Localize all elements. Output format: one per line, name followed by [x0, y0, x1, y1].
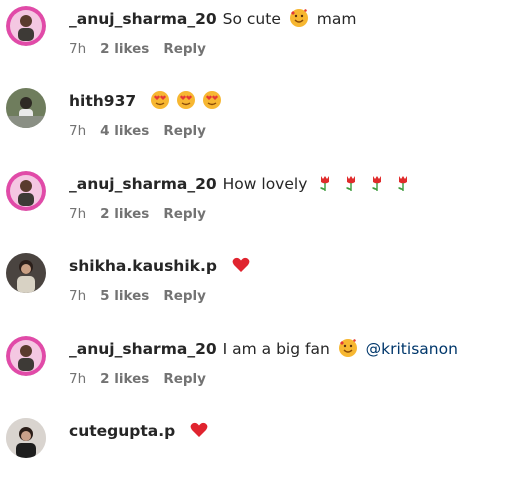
comment-item: cutegupta.p [0, 412, 525, 494]
comment-text: How lovely [222, 175, 308, 193]
comment-likes[interactable]: 2 likes [100, 206, 149, 222]
reply-button[interactable]: Reply [163, 371, 206, 387]
comment-item: _anuj_sharma_20 I am a big fan @kritisano… [0, 330, 525, 412]
comment-username[interactable]: _anuj_sharma_20 [69, 175, 217, 193]
avatar[interactable] [6, 418, 46, 458]
red-heart-icon [231, 255, 251, 280]
comment-username[interactable]: shikha.kaushik.p [69, 257, 217, 275]
comment-text: I am a big fan [222, 340, 330, 358]
reply-button[interactable]: Reply [163, 41, 206, 57]
comment-time: 7h [69, 123, 87, 139]
avatar[interactable] [6, 336, 46, 376]
comment-time: 7h [69, 371, 87, 387]
reply-button[interactable]: Reply [163, 123, 206, 139]
comment-username[interactable]: _anuj_sharma_20 [69, 340, 217, 358]
comment-time: 7h [69, 41, 87, 57]
comment-text: So cute [222, 10, 281, 28]
comment-username[interactable]: cutegupta.p [69, 422, 175, 440]
avatar[interactable] [6, 171, 46, 211]
comment-username[interactable]: _anuj_sharma_20 [69, 10, 217, 28]
comment-item: shikha.kaushik.p 7h 5 likes Reply [0, 247, 525, 329]
heart-eyes-icon [176, 90, 196, 115]
tulip-icon [393, 173, 413, 198]
comment-trailing-text: mam [316, 10, 357, 28]
reply-button[interactable]: Reply [163, 288, 206, 304]
reply-button[interactable]: Reply [163, 206, 206, 222]
comment-time: 7h [69, 206, 87, 222]
avatar[interactable] [6, 253, 46, 293]
red-heart-icon [189, 420, 209, 445]
tulip-icon [315, 173, 335, 198]
comment-username[interactable]: hith937 [69, 92, 136, 110]
comment-item: _anuj_sharma_20 How lovely 7h 2 likes Reply [0, 165, 525, 247]
avatar[interactable] [6, 88, 46, 128]
comment-likes[interactable]: 5 likes [100, 288, 149, 304]
tulip-icon [341, 173, 361, 198]
heart-eyes-icon [150, 90, 170, 115]
comment-item: hith937 7h 4 likes Reply [0, 82, 525, 164]
tulip-icon [367, 173, 387, 198]
comment-likes[interactable]: 2 likes [100, 41, 149, 57]
comment-likes[interactable]: 2 likes [100, 371, 149, 387]
mention-link[interactable]: @kritisanon [366, 340, 458, 358]
smiling-face-with-hearts-icon [338, 338, 358, 363]
comment-item: _anuj_sharma_20 So cute mam 7h 2 likes Repl… [0, 0, 525, 82]
comment-time: 7h [69, 288, 87, 304]
comment-likes[interactable]: 4 likes [100, 123, 149, 139]
smiling-face-with-hearts-icon [289, 8, 309, 33]
heart-eyes-icon [202, 90, 222, 115]
avatar[interactable] [6, 6, 46, 46]
